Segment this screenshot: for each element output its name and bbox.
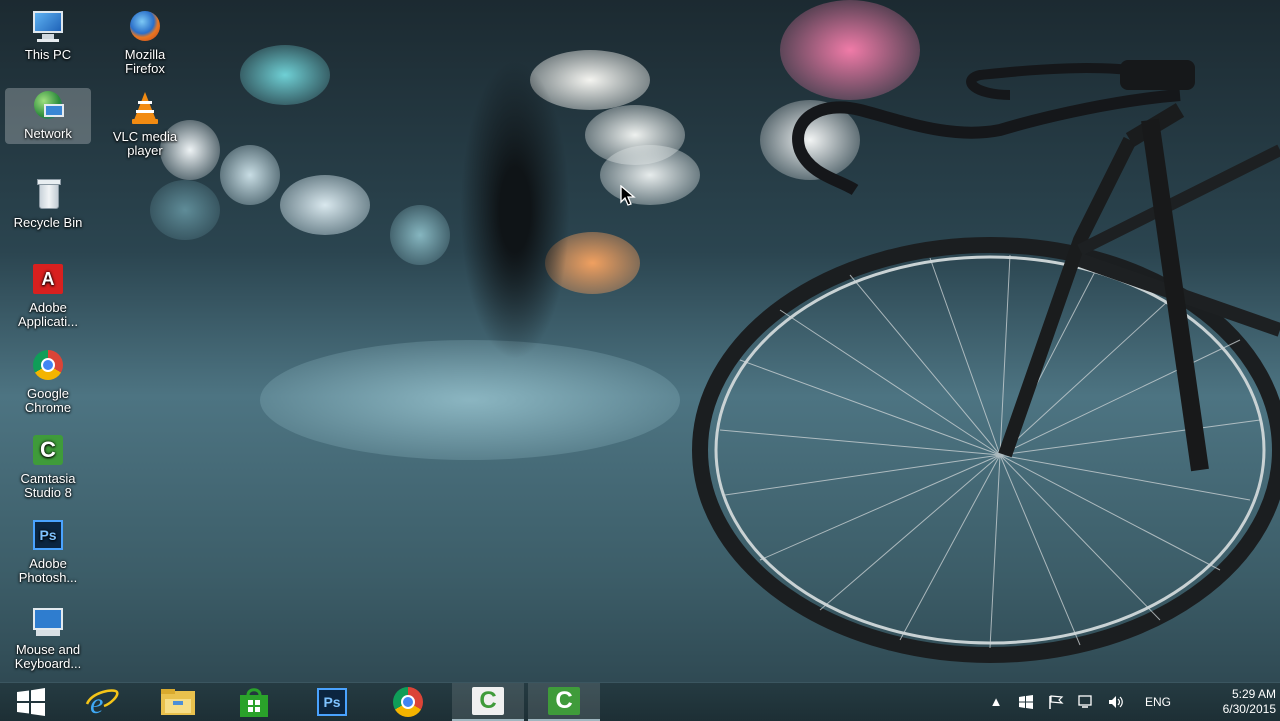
this-pc-icon — [30, 9, 66, 45]
file-explorer-icon — [161, 689, 195, 715]
input-language[interactable]: ENG — [1145, 695, 1171, 709]
desktop-icon-photoshop[interactable]: Ps Adobe Photosh... — [5, 518, 91, 585]
desktop-icon-label: Google Chrome — [24, 386, 72, 415]
action-center-flag-icon[interactable] — [1048, 695, 1064, 709]
internet-explorer-icon: e — [85, 687, 119, 718]
photoshop-icon: Ps — [30, 518, 66, 554]
taskbar-camtasia-recorder[interactable]: C — [452, 683, 524, 721]
taskbar: e Ps C C ▲ ENG 5:29 AM 6/30/2015 — [0, 682, 1280, 721]
desktop-icon-camtasia[interactable]: C Camtasia Studio 8 — [5, 433, 91, 500]
desktop-icon-network[interactable]: Network — [5, 88, 91, 144]
camtasia-recorder-icon: C — [472, 687, 504, 715]
desktop-icon-chrome[interactable]: Google Chrome — [5, 348, 91, 415]
vlc-icon — [127, 91, 163, 127]
windows-icon[interactable] — [1018, 695, 1034, 709]
desktop-icon-label: Recycle Bin — [13, 215, 83, 230]
firefox-icon — [127, 9, 163, 45]
start-icon — [17, 688, 45, 716]
desktop-icon-mouse-keyboard[interactable]: Mouse and Keyboard... — [5, 604, 91, 671]
desktop-icon-label: This PC — [24, 47, 72, 62]
desktop-icon-label: Camtasia Studio 8 — [20, 471, 76, 500]
recycle-bin-icon — [30, 177, 66, 213]
desktop-wallpaper — [0, 0, 1280, 682]
mouse-cursor-icon — [620, 185, 636, 206]
photoshop-icon-label: Ps — [323, 694, 341, 710]
bicycle-illustration — [692, 60, 1280, 663]
desktop-icon-vlc[interactable]: VLC media player — [102, 91, 188, 158]
clock-time: 5:29 AM — [1231, 687, 1276, 701]
desktop-icon-label: Mozilla Firefox — [124, 47, 166, 76]
show-hidden-icons-button[interactable]: ▲ — [988, 695, 1004, 709]
taskbar-chrome[interactable] — [372, 683, 444, 721]
taskbar-file-explorer[interactable] — [142, 683, 214, 721]
taskbar-store[interactable] — [218, 683, 290, 721]
clock[interactable]: 5:29 AM 6/30/2015 — [1180, 687, 1276, 717]
desktop-icon-label: VLC media player — [112, 129, 178, 158]
taskbar-internet-explorer[interactable]: e — [66, 683, 138, 721]
start-button[interactable] — [0, 683, 62, 721]
desktop-icon-label: Adobe Photosh... — [18, 556, 78, 585]
camtasia-icon: C — [30, 433, 66, 469]
taskbar-photoshop[interactable]: Ps — [296, 683, 368, 721]
desktop-icon-label: Network — [24, 126, 72, 141]
taskbar-camtasia-studio[interactable]: C — [528, 683, 600, 721]
desktop-icon-label: Adobe Applicati... — [18, 300, 78, 329]
volume-icon[interactable] — [1108, 695, 1124, 709]
desktop-icon-firefox[interactable]: Mozilla Firefox — [102, 9, 188, 76]
network-tray-icon[interactable] — [1078, 695, 1094, 709]
photoshop-icon: Ps — [317, 688, 347, 716]
desktop-icon-label: Mouse and Keyboard... — [14, 642, 82, 671]
adobe-application-manager-icon: A — [30, 262, 66, 298]
chrome-icon — [30, 348, 66, 384]
chrome-icon — [393, 687, 423, 717]
network-icon — [30, 88, 66, 124]
camtasia-studio-icon: C — [548, 687, 580, 715]
store-icon — [240, 688, 268, 717]
desktop-icon-adobe-application-manager[interactable]: A Adobe Applicati... — [5, 262, 91, 329]
desktop-icon-this-pc[interactable]: This PC — [5, 9, 91, 62]
mouse-keyboard-icon — [30, 604, 66, 640]
desktop-icon-recycle-bin[interactable]: Recycle Bin — [5, 177, 91, 230]
clock-date: 6/30/2015 — [1222, 702, 1276, 716]
